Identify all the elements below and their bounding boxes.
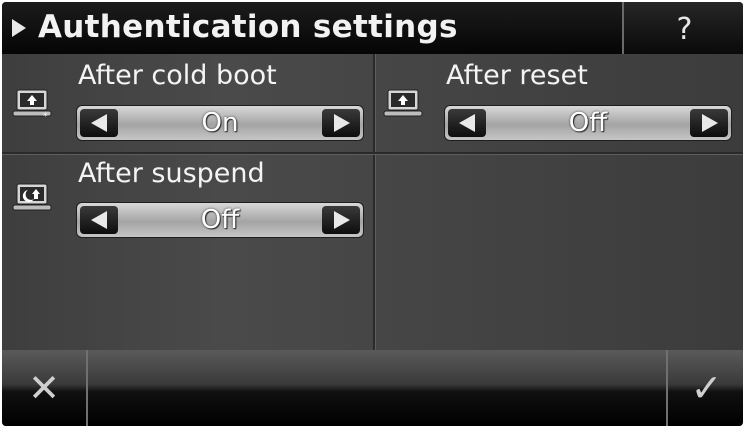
setting-label-reset: After reset (446, 60, 588, 91)
help-button[interactable]: ? (622, 2, 743, 54)
suspend-next-button[interactable] (322, 206, 360, 234)
reset-prev-button[interactable] (448, 109, 486, 137)
cold-boot-laptop-icon: * (12, 89, 52, 120)
title-bar: Authentication settings ? (2, 2, 743, 54)
arrow-right-icon (702, 114, 718, 132)
setting-label-suspend: After suspend (78, 158, 265, 189)
reset-selector[interactable]: Off (444, 105, 732, 141)
arrow-right-icon (334, 211, 350, 229)
checkmark-icon: ✓ (690, 366, 723, 410)
svg-text:*: * (43, 112, 48, 120)
cold-boot-prev-button[interactable] (80, 109, 118, 137)
settings-panel: * After cold boot On After reset Off Aft… (2, 54, 743, 350)
arrow-left-icon (91, 114, 107, 132)
play-arrow-icon (12, 19, 26, 37)
suspend-prev-button[interactable] (80, 206, 118, 234)
row-divider (2, 152, 743, 155)
page-title: Authentication settings (38, 9, 458, 45)
suspend-selector[interactable]: Off (76, 202, 364, 238)
cold-boot-value: On (201, 108, 239, 138)
suspend-value: Off (200, 205, 240, 235)
setting-label-cold-boot: After cold boot (78, 60, 277, 91)
reset-value: Off (568, 108, 608, 138)
cold-boot-selector[interactable]: On (76, 105, 364, 141)
suspend-laptop-icon (12, 183, 52, 211)
cancel-button[interactable]: ✕ (2, 350, 88, 426)
reset-laptop-icon (383, 89, 423, 117)
device-screen: Authentication settings ? * After cold b… (2, 2, 743, 426)
arrow-left-icon (459, 114, 475, 132)
close-icon: ✕ (28, 366, 60, 410)
arrow-left-icon (91, 211, 107, 229)
bottom-bar: ✕ ✓ (2, 350, 743, 426)
arrow-right-icon (334, 114, 350, 132)
help-icon: ? (676, 12, 693, 47)
column-divider (373, 54, 376, 350)
reset-next-button[interactable] (690, 109, 728, 137)
cold-boot-next-button[interactable] (322, 109, 360, 137)
confirm-button[interactable]: ✓ (666, 350, 743, 426)
